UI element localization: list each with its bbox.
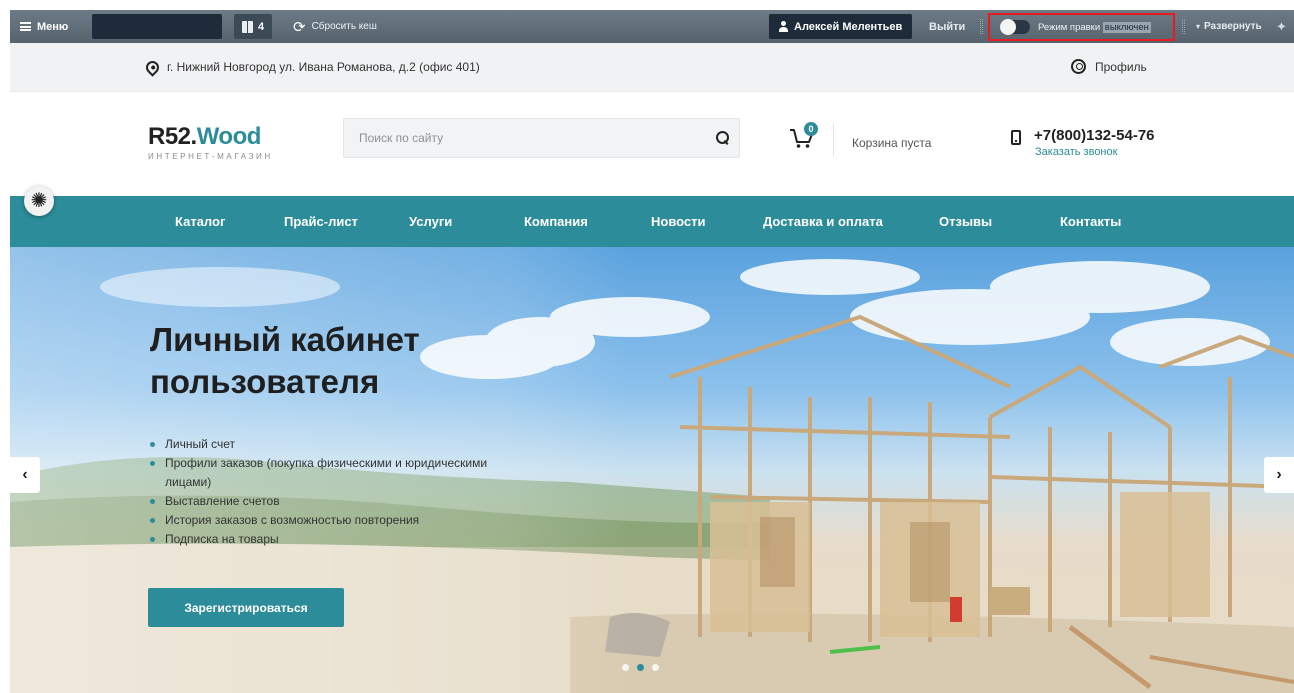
logo-brand: R52.Wood: [148, 123, 273, 151]
nav-item-news[interactable]: Новости: [651, 196, 706, 247]
location-pin-icon: [143, 57, 162, 77]
search-input[interactable]: [344, 119, 704, 157]
expand-panel-label: Развернуть: [1204, 21, 1262, 32]
register-button[interactable]: Зарегистрироваться: [148, 588, 344, 627]
expand-panel-button[interactable]: ▾ Развернуть: [1196, 10, 1262, 43]
slider-next-button[interactable]: ›: [1264, 457, 1294, 493]
address-text: г. Нижний Новгород ул. Ивана Романова, д…: [167, 60, 480, 74]
top-info-bar: г. Нижний Новгород ул. Ивана Романова, д…: [10, 43, 1294, 92]
gear-icon[interactable]: ✺: [24, 186, 54, 216]
book-icon: [242, 20, 253, 33]
hero-feature-item: Подписка на товары: [150, 530, 530, 549]
edit-mode-toggle[interactable]: Режим правки выключен: [988, 13, 1175, 41]
toggle-icon: [1000, 19, 1030, 35]
slider-prev-button[interactable]: ‹: [10, 457, 40, 493]
hero-feature-item: История заказов с возможностью повторени…: [150, 511, 530, 530]
nav-item-reviews[interactable]: Отзывы: [939, 196, 992, 247]
admin-panel: Меню 4 ⟳ Сбросить кеш Алексей Мелентьев …: [10, 10, 1294, 43]
admin-site-selector[interactable]: [92, 14, 222, 39]
hero-feature-item: Выставление счетов: [150, 492, 530, 511]
slider-dot[interactable]: [637, 664, 644, 671]
logo-brand-text: R52.: [148, 123, 197, 150]
site-header: R52.Wood ИНТЕРНЕТ-МАГАЗИН 0 Корзина пуст…: [10, 92, 1294, 196]
person-icon: [779, 21, 788, 32]
grip-handle-icon: [1182, 19, 1185, 34]
slider-dot[interactable]: [652, 664, 659, 671]
nav-item-contacts[interactable]: Контакты: [1060, 196, 1121, 247]
admin-menu-label: Меню: [37, 20, 69, 33]
chevron-right-icon: ›: [1276, 466, 1282, 483]
profile-link[interactable]: Профиль: [1071, 59, 1147, 74]
pin-icon[interactable]: ✦: [1276, 10, 1287, 43]
grip-handle-icon: [980, 19, 983, 34]
nav-item-services[interactable]: Услуги: [409, 196, 452, 247]
edit-mode-text: Режим правки: [1038, 21, 1101, 33]
refresh-icon: ⟳: [293, 18, 306, 36]
edit-mode-label: Режим правки выключен: [1038, 21, 1151, 33]
hero-feature-item: Личный счет: [150, 435, 530, 454]
logout-button[interactable]: Выйти: [929, 10, 965, 43]
cart-count-badge: 0: [804, 122, 818, 136]
nav-item-company[interactable]: Компания: [524, 196, 588, 247]
hero-title: Личный кабинет пользователя: [150, 321, 420, 401]
main-nav: Каталог Прайс-лист Услуги Компания Новос…: [10, 196, 1294, 247]
logo-brand-accent: Wood: [196, 123, 262, 150]
store-address: г. Нижний Новгород ул. Ивана Романова, д…: [143, 57, 480, 77]
admin-user-button[interactable]: Алексей Мелентьев: [769, 14, 913, 39]
clear-cache-button[interactable]: ⟳ Сбросить кеш: [293, 10, 377, 43]
phone-number[interactable]: +7(800)132-54-76: [1034, 127, 1155, 144]
hero-slider: Личный кабинет пользователя Личный счет …: [10, 247, 1294, 693]
edit-mode-state: выключен: [1102, 21, 1151, 33]
chevron-left-icon: ‹: [22, 466, 28, 483]
cart-status[interactable]: Корзина пуста: [852, 136, 931, 150]
nav-item-catalog[interactable]: Каталог: [175, 196, 225, 247]
slider-dot[interactable]: [622, 664, 629, 671]
admin-user-name: Алексей Мелентьев: [794, 20, 903, 33]
search-box: [343, 118, 740, 158]
chevron-down-icon: ▾: [1196, 22, 1201, 31]
profile-icon: [1071, 59, 1086, 74]
cart-divider: [833, 124, 834, 156]
profile-label: Профиль: [1095, 59, 1147, 74]
site-logo[interactable]: R52.Wood ИНТЕРНЕТ-МАГАЗИН: [148, 123, 273, 161]
logo-tagline: ИНТЕРНЕТ-МАГАЗИН: [148, 152, 273, 161]
nav-item-delivery[interactable]: Доставка и оплата: [763, 196, 883, 247]
hamburger-icon: [20, 22, 31, 31]
hero-feature-item: Профили заказов (покупка физическими и ю…: [150, 454, 530, 492]
slider-dots: [622, 664, 659, 671]
clear-cache-label: Сбросить кеш: [311, 21, 377, 32]
search-icon[interactable]: [715, 130, 731, 146]
admin-notes-count: 4: [258, 20, 265, 33]
admin-notes-button[interactable]: 4: [234, 14, 273, 39]
callback-link[interactable]: Заказать звонок: [1035, 146, 1117, 158]
admin-menu-button[interactable]: Меню: [10, 10, 78, 43]
cart-button[interactable]: 0: [789, 122, 818, 151]
phone-icon: [1011, 130, 1021, 145]
nav-item-price-list[interactable]: Прайс-лист: [284, 196, 358, 247]
hero-feature-list: Личный счет Профили заказов (покупка физ…: [150, 435, 530, 549]
